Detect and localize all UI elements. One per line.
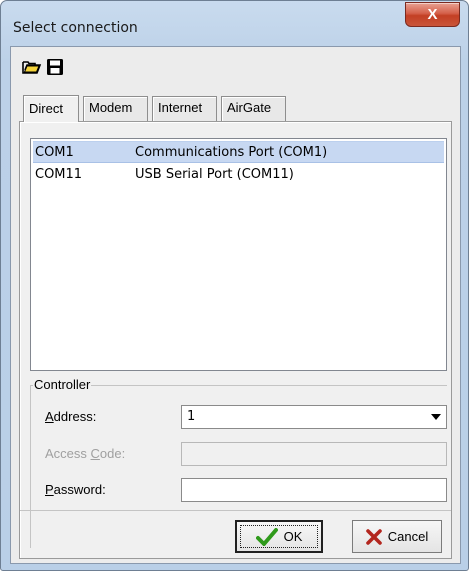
port-name: COM11 — [35, 167, 83, 182]
list-item[interactable]: COM1 Communications Port (COM1) — [33, 141, 444, 163]
address-value: 1 — [187, 409, 196, 424]
password-label: Password: — [45, 482, 106, 497]
port-description: USB Serial Port (COM11) — [135, 167, 294, 182]
direct-tab-panel: COM1 Communications Port (COM1) COM11 US… — [19, 121, 452, 559]
ok-button[interactable]: OK — [235, 520, 323, 553]
floppy-save-icon[interactable] — [46, 58, 66, 76]
tab-modem[interactable]: Modem — [83, 96, 148, 121]
access-code-label: Access Code: — [45, 446, 125, 461]
folder-open-icon[interactable] — [22, 58, 42, 76]
cancel-button[interactable]: Cancel — [352, 520, 442, 553]
tab-airgate[interactable]: AirGate — [221, 96, 286, 121]
close-button[interactable]: X — [405, 2, 460, 27]
address-select[interactable]: 1 — [181, 405, 447, 429]
cancel-x-icon — [365, 528, 382, 545]
toolbar — [11, 47, 460, 87]
list-item[interactable]: COM11 USB Serial Port (COM11) — [33, 164, 444, 186]
port-description: Communications Port (COM1) — [135, 145, 328, 160]
controller-legend: Controller — [33, 377, 92, 392]
address-label: Address: — [45, 409, 96, 424]
password-label-text: assword: — [53, 482, 106, 497]
password-field[interactable] — [181, 478, 447, 502]
address-label-accelerator: A — [45, 409, 54, 424]
tab-label: Internet — [158, 100, 203, 115]
dialog-client-area: Direct Modem Internet AirGate COM1 Commu… — [10, 46, 461, 564]
password-label-accelerator: P — [45, 482, 54, 497]
access-code-field — [181, 442, 447, 466]
close-icon: X — [427, 6, 438, 23]
tab-label: Direct — [29, 101, 63, 116]
select-connection-window: Select connection X Direct Modem Interne… — [0, 0, 469, 571]
focus-ring — [240, 525, 318, 548]
chevron-down-icon[interactable] — [427, 407, 445, 427]
port-list[interactable]: COM1 Communications Port (COM1) COM11 US… — [30, 138, 447, 371]
port-name: COM1 — [35, 145, 74, 160]
tab-label: Modem — [89, 100, 133, 115]
window-title: Select connection — [13, 20, 138, 36]
access-code-label-accelerator: C — [90, 446, 100, 461]
cancel-label: Cancel — [387, 529, 429, 544]
tab-internet[interactable]: Internet — [152, 96, 217, 121]
address-label-text: ddress: — [53, 409, 97, 424]
access-code-label-pre: Access — [45, 446, 91, 461]
access-code-label-text: ode: — [99, 446, 126, 461]
tab-direct[interactable]: Direct — [23, 95, 79, 122]
title-bar[interactable]: Select connection X — [1, 1, 468, 45]
bottom-separator — [20, 510, 451, 511]
tab-label: AirGate — [227, 100, 272, 115]
